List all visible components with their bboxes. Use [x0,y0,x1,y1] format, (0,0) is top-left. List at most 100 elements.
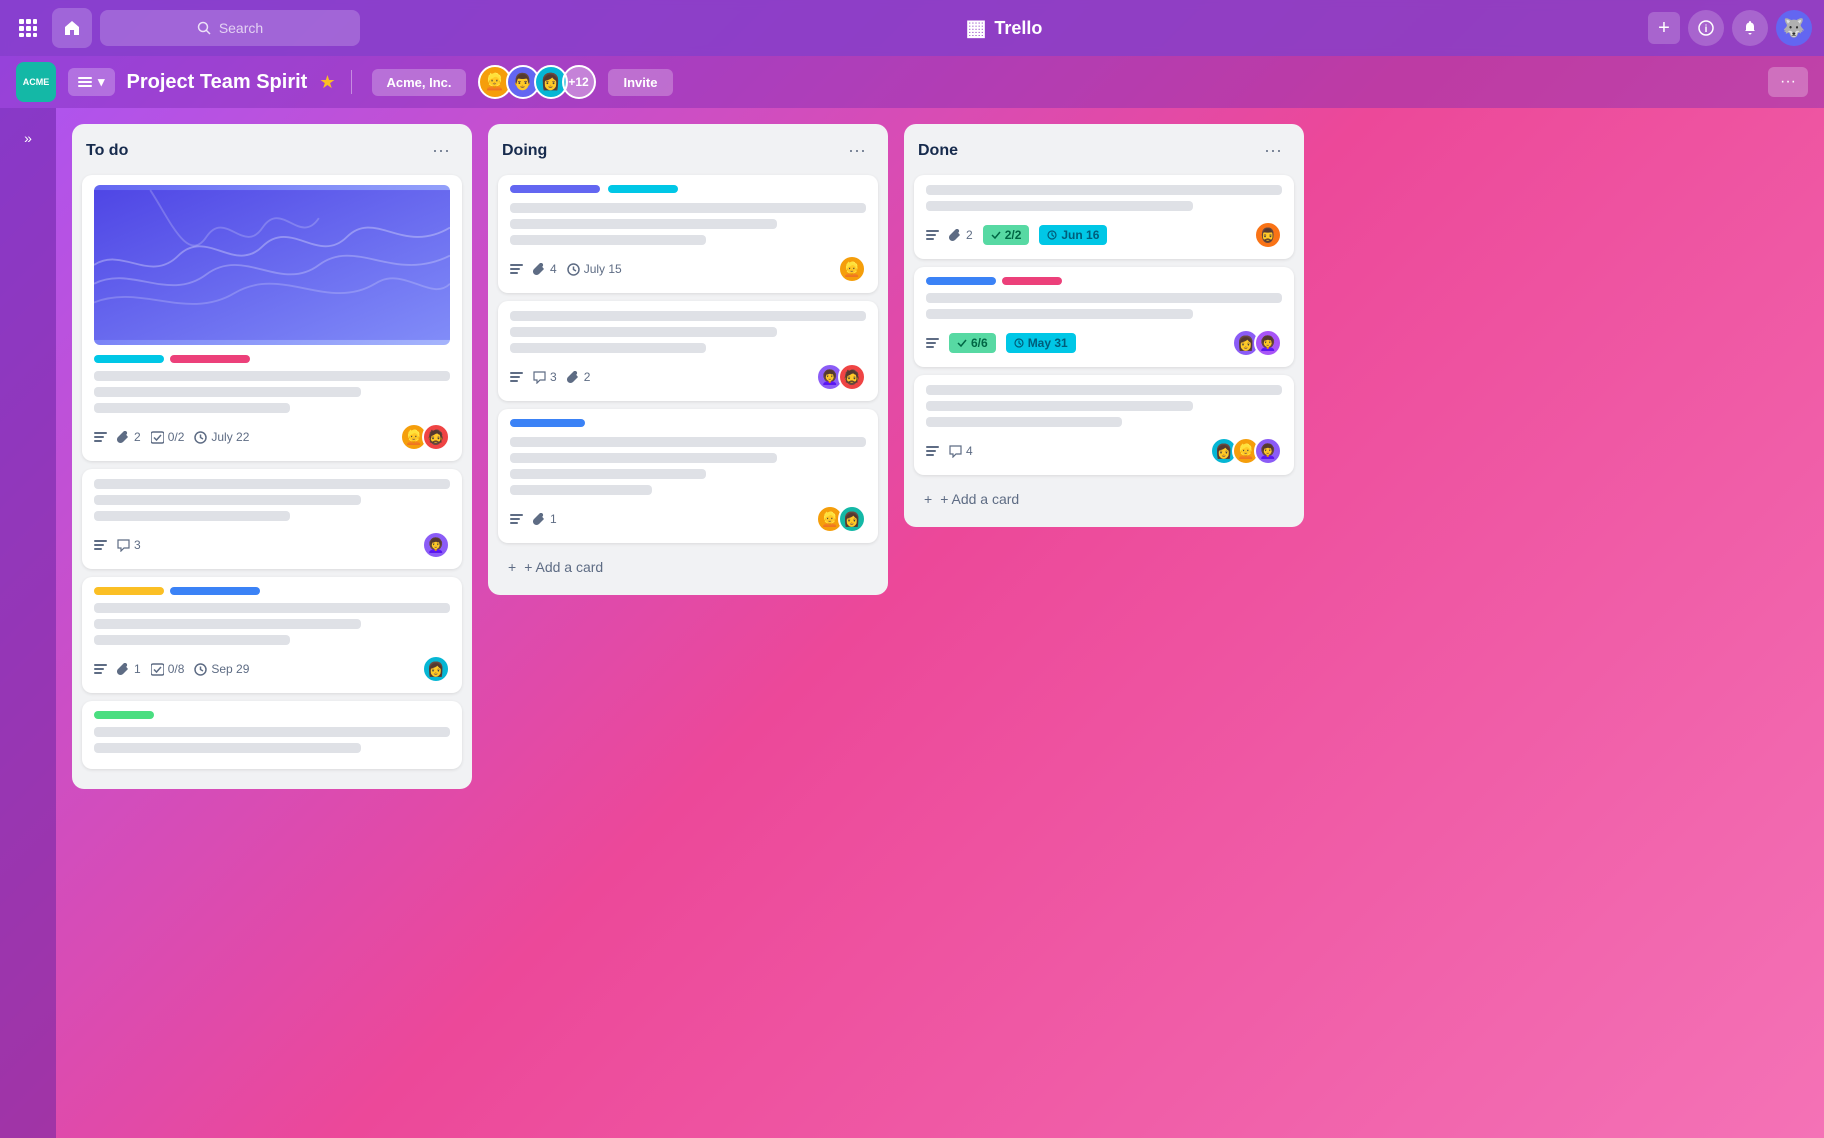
description-icon [510,263,523,276]
checklist-meta: 0/8 [151,662,185,676]
attachments-meta: 2 [117,430,141,444]
done-card-2[interactable]: 6/6 May 31 👩 👩‍🦱 [914,267,1294,367]
app-name-label: Trello [994,18,1042,39]
doing-card-3[interactable]: 1 👱 👩 [498,409,878,543]
doing-card-1[interactable]: 4 July 15 👱 [498,175,878,293]
description-icon [94,539,107,552]
due-date: July 22 [211,430,249,444]
attachments-count: 2 [584,370,591,384]
board-menu-button[interactable]: ▾ [68,68,115,96]
checklist-meta: 0/2 [151,430,185,444]
attachments-count: 2 [134,430,141,444]
notifications-button[interactable] [1732,10,1768,46]
card-text-line [510,453,777,463]
column-done-menu[interactable]: ··· [1256,136,1290,165]
search-bar[interactable]: Search [100,10,360,46]
attachments-meta: 2 [949,228,973,242]
column-todo-title: To do [86,142,128,160]
member-avatar: 👩 [422,655,450,683]
trello-logo-icon: ▦ [966,15,987,41]
card-member-avatars: 👱 [838,255,866,283]
card-text-line [510,235,706,245]
description-icon [510,513,523,526]
member-avatar: 🧔 [422,423,450,451]
comments-meta: 3 [533,370,557,384]
card-tags [94,355,450,363]
card-text-line [510,485,652,495]
home-button[interactable] [52,8,92,48]
todo-card-3[interactable]: 1 0/8 Sep 29 👩 [82,577,462,693]
add-button[interactable]: + [1648,12,1680,44]
card-text-line [926,293,1282,303]
description-icon [510,371,523,384]
tag-pink [1002,277,1062,285]
search-label: Search [219,20,263,36]
invite-button[interactable]: Invite [608,69,674,96]
card-text-line [94,603,450,613]
sidebar-toggle[interactable]: » [18,124,38,152]
attachments-meta: 1 [117,662,141,676]
card-member-avatars: 👩‍🦱 🧔 [816,363,866,391]
card-member-avatars: 👩 👱 👩‍🦱 [1210,437,1282,465]
card-meta: 4 👩 👱 👩‍🦱 [926,437,1282,465]
done-card-3[interactable]: 4 👩 👱 👩‍🦱 [914,375,1294,475]
todo-card-1[interactable]: 2 0/2 July 22 👱 🧔 [82,175,462,461]
info-button[interactable]: i [1688,10,1724,46]
nav-right-actions: + i 🐺 [1648,10,1812,46]
done-add-card-button[interactable]: + + Add a card [914,483,1294,515]
column-done-header: Done ··· [914,136,1294,165]
grid-icon[interactable] [12,12,44,44]
card-member-avatars: 👩‍🦱 [422,531,450,559]
card-text-line [94,619,361,629]
sidebar: » [0,108,56,1138]
card-text-line [94,403,290,413]
card-text-line [926,185,1282,195]
workspace-logo: ACME [16,62,56,102]
board-star-button[interactable]: ★ [319,72,335,93]
add-card-label: + Add a card [524,559,603,575]
workspace-button[interactable]: Acme, Inc. [372,69,465,96]
svg-text:i: i [1705,24,1708,35]
extra-members-count[interactable]: +12 [562,65,596,99]
card-meta: 2 2/2 Jun 16 🧔‍♂️ [926,221,1282,249]
card-cover-image [94,185,450,345]
done-card-1[interactable]: 2 2/2 Jun 16 🧔‍♂️ [914,175,1294,259]
card-text-line [510,437,866,447]
attachments-count: 1 [550,512,557,526]
description-icon [926,445,939,458]
column-doing: Doing ··· 4 [488,124,888,595]
column-doing-menu[interactable]: ··· [840,136,874,165]
board-more-button[interactable]: ··· [1768,67,1808,97]
todo-card-4[interactable] [82,701,462,769]
member-avatar: 👩‍🦱 [1254,437,1282,465]
plus-icon: + [1658,17,1670,40]
column-todo-menu[interactable]: ··· [424,136,458,165]
card-text-line [926,309,1193,319]
tag-pink [170,355,250,363]
workspace-label: Acme, Inc. [386,75,451,90]
card-text-line [510,311,866,321]
card-text-line [94,743,361,753]
tag-yellow [94,587,164,595]
doing-card-2[interactable]: 3 2 👩‍🦱 🧔 [498,301,878,401]
description-icon [926,229,939,242]
card-member-avatars: 👱 🧔 [400,423,450,451]
date-meta: July 15 [567,262,622,276]
doing-add-card-button[interactable]: + + Add a card [498,551,878,583]
card-meta: 1 👱 👩 [510,505,866,533]
plus-icon: + [508,559,516,575]
card-meta: 6/6 May 31 👩 👩‍🦱 [926,329,1282,357]
board-area: To do ··· [56,108,1824,1138]
member-avatar: 👩 [838,505,866,533]
board-header: ACME ▾ Project Team Spirit ★ Acme, Inc. … [0,56,1824,108]
user-avatar[interactable]: 🐺 [1776,10,1812,46]
app-title: ▦ Trello [368,15,1640,41]
attachments-meta: 2 [567,370,591,384]
attachments-count: 1 [134,662,141,676]
todo-card-2[interactable]: 3 👩‍🦱 [82,469,462,569]
card-tags [94,587,450,595]
date-badge: May 31 [1006,333,1076,353]
tag-green [94,711,154,719]
card-member-avatars: 🧔‍♂️ [1254,221,1282,249]
card-text-line [510,203,866,213]
